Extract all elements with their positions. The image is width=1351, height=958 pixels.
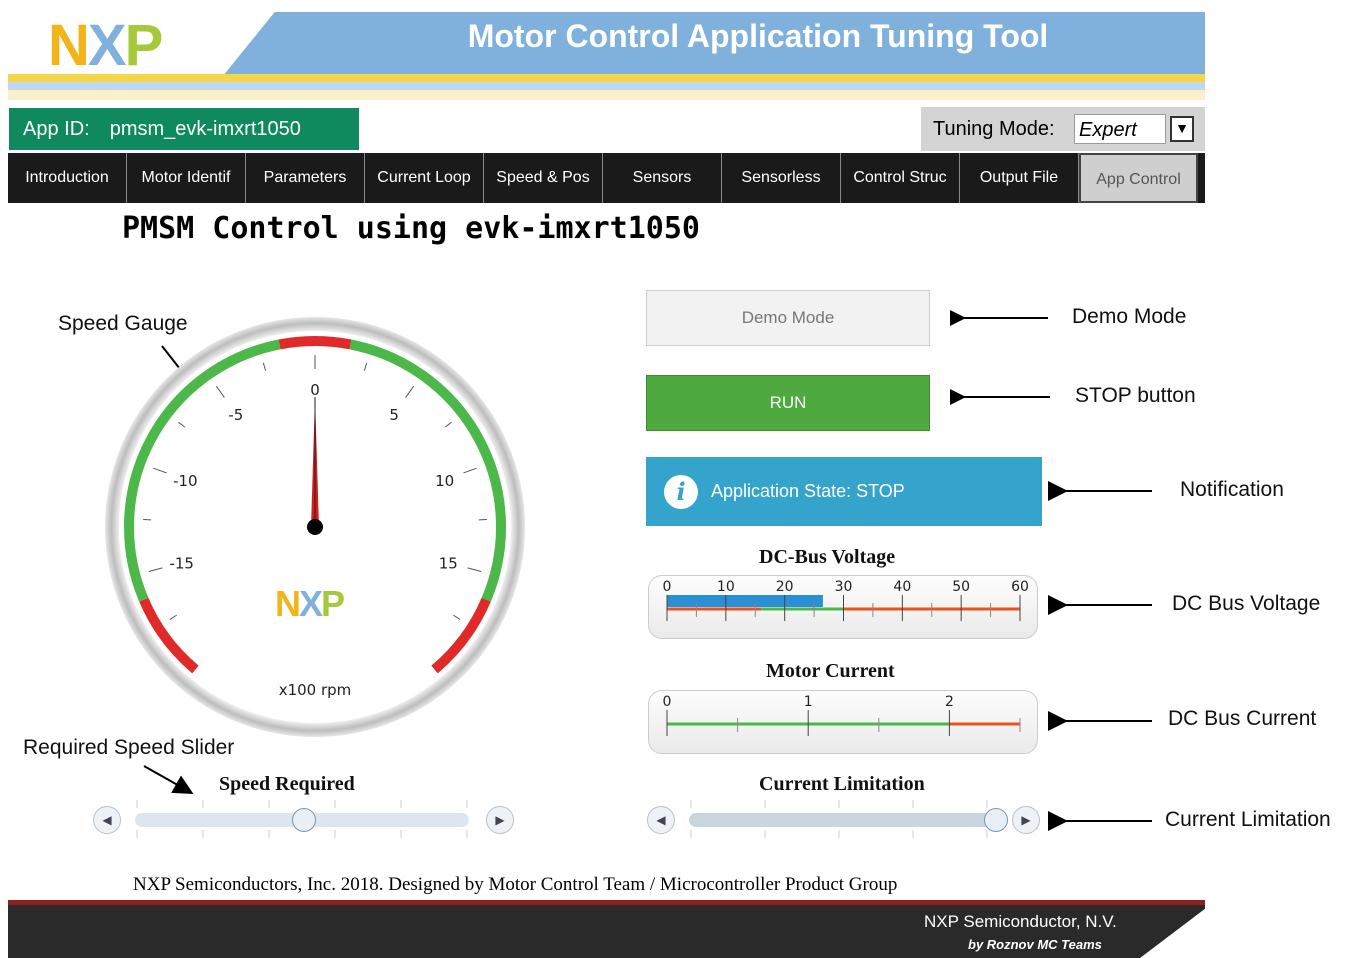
info-icon: i (664, 475, 698, 509)
notification-text: Application State: STOP (711, 481, 905, 501)
demo-mode-button[interactable]: Demo Mode (646, 290, 930, 346)
gauge-tick-label: -15 (169, 555, 194, 573)
gauge-band (278, 336, 352, 350)
speed-slider-thumb[interactable] (292, 808, 316, 832)
tab-motor-identif[interactable]: Motor Identif (127, 153, 246, 203)
logo-letter-p: P (124, 13, 164, 78)
chevron-left-icon[interactable]: ◀ (647, 806, 675, 834)
speed-required-title: Speed Required (219, 773, 355, 795)
scale-tick-label: 60 (1011, 579, 1029, 595)
tuning-mode-select[interactable]: Expert (1074, 114, 1166, 144)
tuning-mode-label: Tuning Mode: (933, 118, 1055, 140)
header-stripe (8, 74, 1205, 82)
tuning-mode-bar: Tuning Mode: Expert ▼ (921, 107, 1205, 151)
scale-tick-label: 1 (804, 694, 813, 710)
tab-sensorless[interactable]: Sensorless (722, 153, 841, 203)
nxp-logo: NXP (48, 12, 164, 79)
current-limit-slider-thumb[interactable] (984, 808, 1008, 832)
scale-tick-label: 10 (717, 579, 735, 595)
scale-tick-label: 0 (663, 694, 672, 710)
logo-letter-n: N (275, 583, 301, 624)
logo-letter-p: P (321, 583, 345, 624)
header-stripe (8, 82, 1205, 90)
page-title: PMSM Control using evk-imxrt1050 (122, 211, 700, 246)
current-limitation-title: Current Limitation (759, 773, 925, 795)
motor-current-title: Motor Current (766, 660, 895, 682)
footer-by: by Roznov MC Teams (968, 937, 1102, 952)
tab-sensors[interactable]: Sensors (603, 153, 722, 203)
chevron-down-icon[interactable]: ▼ (1170, 116, 1194, 142)
gauge-tick-label: 10 (435, 472, 454, 490)
gauge-tick-label: 0 (310, 381, 320, 399)
current-limit-slider-track[interactable] (689, 813, 1001, 827)
scale-tick-label: 2 (945, 694, 954, 710)
gauge-tick-label: -10 (173, 472, 198, 490)
header-stripe (8, 90, 1205, 100)
app-id-label: App ID: (23, 118, 90, 140)
scale-tick-label: 0 (663, 579, 672, 595)
demo-mode-annotation: Demo Mode (1072, 305, 1187, 328)
tab-control-struc[interactable]: Control Struc (841, 153, 960, 203)
logo-letter-x: X (87, 13, 127, 78)
notification-annotation: Notification (1180, 478, 1284, 501)
logo-letter-x: X (299, 583, 323, 624)
speed-gauge: -15 -10 -5 0 5 10 15 x100 rpm (105, 317, 525, 737)
header: NXP Motor Control Application Tuning Too… (8, 8, 1205, 100)
stop-button-annotation: STOP button (1075, 384, 1196, 407)
footer-text: NXP Semiconductors, Inc. 2018. Designed … (133, 874, 898, 895)
scale-tick-label: 20 (776, 579, 794, 595)
tab-app-control[interactable]: App Control (1079, 153, 1198, 203)
gauge-unit: x100 rpm (279, 681, 352, 699)
dc-bus-voltage-title: DC-Bus Voltage (759, 546, 896, 568)
app-id-value: pmsm_evk-imxrt1050 (109, 118, 301, 140)
tab-output-file[interactable]: Output File (960, 153, 1079, 203)
run-button[interactable]: RUN (646, 375, 930, 431)
dc-bus-voltage-annotation: DC Bus Voltage (1172, 592, 1321, 615)
gauge-nxp-logo: NXP (275, 583, 345, 625)
gauge-tick-label: 5 (389, 406, 399, 424)
tab-parameters[interactable]: Parameters (246, 153, 365, 203)
scale-tick-label: 40 (893, 579, 911, 595)
tab-bar: Introduction Motor Identif Parameters Cu… (8, 153, 1205, 203)
gauge-tick-label: -5 (228, 406, 243, 424)
chevron-left-icon[interactable]: ◀ (93, 806, 121, 834)
gauge-needle-hub (307, 519, 323, 535)
dc-bus-current-annotation: DC Bus Current (1168, 707, 1317, 730)
chevron-right-icon[interactable]: ▶ (1012, 806, 1040, 834)
gauge-tick-label: 15 (439, 555, 458, 573)
tab-speed-pos[interactable]: Speed & Pos (484, 153, 603, 203)
tab-current-loop[interactable]: Current Loop (365, 153, 484, 203)
annotation-arrow (143, 765, 194, 794)
app-title: Motor Control Application Tuning Tool (467, 18, 1049, 54)
annotation-arrows-right (950, 308, 1152, 831)
scale-tick-label: 30 (835, 579, 853, 595)
motor-current-scale: 0 1 2 (663, 694, 1021, 736)
logo-letter-n: N (48, 13, 90, 78)
chevron-right-icon[interactable]: ▶ (486, 806, 514, 834)
current-limitation-annotation: Current Limitation (1165, 808, 1331, 831)
scale-tick-label: 50 (952, 579, 970, 595)
app-id-bar: App ID: pmsm_evk-imxrt1050 (9, 108, 359, 150)
value-bar (667, 595, 823, 607)
tab-introduction[interactable]: Introduction (8, 153, 127, 203)
speed-slider-annotation: Required Speed Slider (23, 736, 235, 759)
footer-company: NXP Semiconductor, N.V. (924, 912, 1117, 931)
dc-bus-voltage-scale: 0 10 20 30 40 50 60 (663, 579, 1029, 621)
